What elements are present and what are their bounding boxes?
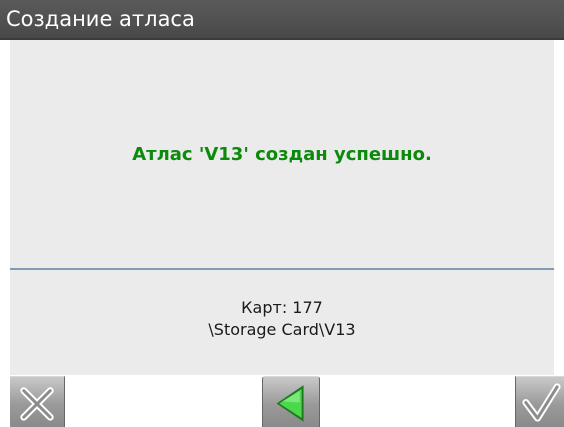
maps-count-label: Карт: 177: [241, 298, 323, 317]
content-panel: Атлас 'V13' создан успешно. Карт: 177 \S…: [10, 40, 554, 375]
checkmark-icon: [522, 383, 561, 422]
title-bar: Создание атласа: [0, 0, 564, 40]
atlas-path-label: \Storage Card\V13: [208, 320, 356, 339]
close-icon: [20, 387, 54, 421]
separator-line: [10, 268, 554, 270]
confirm-button[interactable]: [515, 376, 564, 427]
atlas-creation-screen: Создание атласа Атлас 'V13' создан успеш…: [0, 0, 564, 427]
window-title: Создание атласа: [6, 7, 195, 31]
success-message: Атлас 'V13' создан успешно.: [132, 144, 432, 165]
back-arrow-icon: [276, 385, 304, 422]
close-button[interactable]: [10, 376, 65, 427]
back-button[interactable]: [262, 376, 320, 427]
